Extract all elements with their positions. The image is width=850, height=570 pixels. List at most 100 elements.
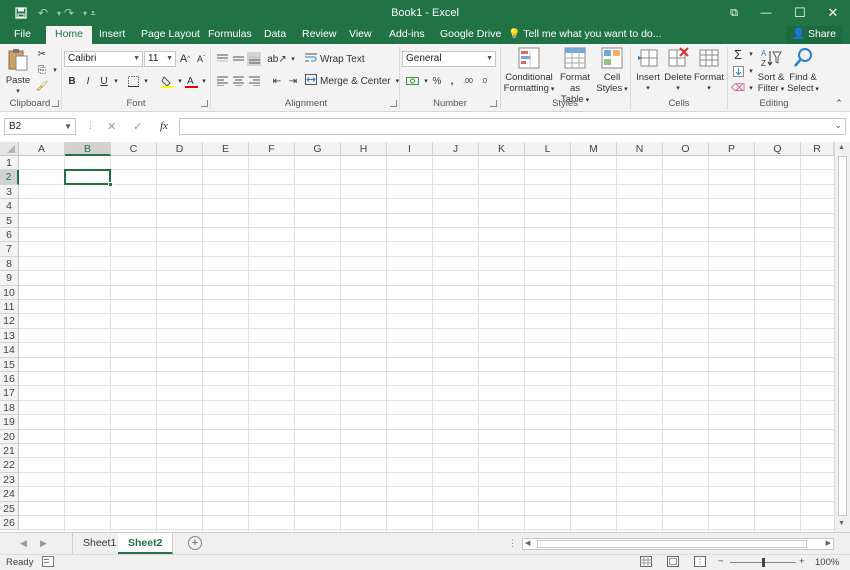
row-header-3[interactable]: 3 (0, 184, 19, 200)
align-left-icon[interactable] (215, 74, 229, 88)
column-header-e[interactable]: E (203, 142, 249, 156)
page-break-view-icon[interactable] (694, 556, 706, 570)
row-header-22[interactable]: 22 (0, 458, 19, 473)
insert-cells-button[interactable]: Insert ▾ (633, 47, 663, 94)
top-align-icon[interactable] (215, 52, 229, 66)
row-header-8[interactable]: 8 (0, 256, 19, 272)
zoom-slider-thumb[interactable] (762, 558, 765, 567)
insert-function-button[interactable]: fx (160, 120, 168, 132)
page-layout-view-icon[interactable] (667, 556, 679, 570)
row-header-19[interactable]: 19 (0, 415, 19, 430)
tell-me-box[interactable]: 💡 Tell me what you want to do... (508, 26, 662, 44)
row-header-17[interactable]: 17 (0, 386, 19, 401)
tab-review[interactable]: Review (296, 26, 342, 44)
row-header-10[interactable]: 10 (0, 285, 19, 300)
grow-font-icon[interactable]: A ^ (178, 52, 192, 66)
underline-dropdown-icon[interactable]: ▾ (109, 74, 123, 88)
increase-indent-icon[interactable]: ⇥ (286, 74, 300, 88)
minimize-button[interactable]: — (749, 0, 783, 26)
decrease-decimal-icon[interactable]: .0 (477, 74, 491, 88)
tab-insert[interactable]: Insert (93, 26, 131, 44)
vertical-scrollbar[interactable]: ▲ ▼ (834, 142, 850, 532)
column-header-c[interactable]: C (111, 142, 157, 156)
bottom-align-icon[interactable] (247, 52, 261, 66)
percent-style-button[interactable]: % (430, 74, 444, 88)
collapse-ribbon-icon[interactable]: ⌃ (832, 96, 846, 110)
cell-area[interactable] (19, 156, 834, 532)
copy-dropdown-icon[interactable]: ▾ (48, 63, 62, 77)
row-header-1[interactable]: 1 (0, 156, 19, 171)
row-header-2[interactable]: 2 (0, 170, 19, 185)
copy-icon[interactable]: ⎘ (35, 63, 49, 77)
horizontal-scroll-thumb[interactable] (537, 540, 807, 548)
alignment-launcher-icon[interactable] (390, 100, 397, 107)
row-header-5[interactable]: 5 (0, 213, 19, 228)
normal-view-icon[interactable] (640, 556, 652, 570)
active-cell[interactable] (64, 169, 111, 185)
row-header-14[interactable]: 14 (0, 343, 19, 358)
row-header-6[interactable]: 6 (0, 228, 19, 243)
ribbon-display-options-button[interactable]: ⧉ (717, 0, 751, 26)
vertical-scroll-thumb[interactable] (838, 156, 847, 516)
share-button[interactable]: 👤 Share (785, 26, 842, 44)
zoom-out-button[interactable]: − (718, 556, 724, 567)
name-box[interactable]: B2 ▼ (4, 118, 76, 135)
decrease-indent-icon[interactable]: ⇤ (270, 74, 284, 88)
scroll-left-icon[interactable]: ◀ (525, 539, 530, 547)
column-header-h[interactable]: H (341, 142, 387, 156)
row-header-13[interactable]: 13 (0, 328, 19, 344)
row-header-11[interactable]: 11 (0, 300, 19, 315)
bold-button[interactable]: B (65, 74, 79, 88)
formula-input[interactable]: ⌄ (179, 118, 846, 135)
zoom-in-button[interactable]: + (799, 556, 805, 567)
row-header-18[interactable]: 18 (0, 400, 19, 416)
cell-styles-button[interactable]: Cell Styles ▾ (595, 47, 629, 95)
select-all-button[interactable] (0, 142, 19, 156)
expand-formula-bar-icon[interactable]: ⌄ (834, 120, 842, 131)
tab-split-grip[interactable]: ⋮ (508, 538, 517, 549)
confirm-entry-button[interactable]: ✓ (133, 120, 142, 133)
format-painter-icon[interactable]: 🖌 (35, 79, 49, 93)
column-header-b[interactable]: B (65, 142, 111, 156)
row-header-4[interactable]: 4 (0, 199, 19, 214)
column-header-g[interactable]: G (295, 142, 341, 156)
orientation-icon[interactable]: ab↗ (267, 52, 287, 66)
macro-record-icon[interactable] (42, 556, 54, 570)
row-header-21[interactable]: 21 (0, 444, 19, 459)
horizontal-scrollbar[interactable]: ◀ ▶ (522, 538, 834, 550)
row-header-20[interactable]: 20 (0, 429, 19, 444)
orientation-dropdown-icon[interactable]: ▾ (286, 52, 300, 66)
middle-align-icon[interactable] (231, 52, 245, 66)
cancel-entry-button[interactable]: ✕ (107, 120, 116, 133)
tab-home[interactable]: Home (46, 26, 93, 44)
new-sheet-button[interactable]: + (188, 536, 202, 550)
find-select-button[interactable]: Find & Select ▾ (786, 47, 820, 95)
sort-filter-button[interactable]: AZ Sort & Filter ▾ (756, 47, 786, 95)
column-header-n[interactable]: N (617, 142, 663, 156)
tab-formulas[interactable]: Formulas (202, 26, 258, 44)
column-header-l[interactable]: L (525, 142, 571, 156)
delete-cells-button[interactable]: Delete ▾ (663, 47, 693, 94)
scroll-right-icon[interactable]: ▶ (826, 539, 831, 547)
font-family-select[interactable]: Calibri ▼ (64, 51, 143, 67)
fill-color-icon[interactable] (160, 74, 174, 88)
accounting-format-icon[interactable] (405, 74, 419, 88)
column-header-p[interactable]: P (709, 142, 755, 156)
row-header-26[interactable]: 26 (0, 516, 19, 531)
tab-file[interactable]: File (8, 26, 37, 44)
number-launcher-icon[interactable] (490, 100, 497, 107)
font-color-dropdown-icon[interactable]: ▾ (197, 74, 211, 88)
tab-google-drive[interactable]: Google Drive (434, 26, 507, 44)
borders-dropdown-icon[interactable]: ▾ (139, 74, 153, 88)
align-right-icon[interactable] (247, 74, 261, 88)
increase-decimal-icon[interactable]: .00 (461, 74, 475, 88)
font-size-select[interactable]: 11 ▼ (144, 51, 176, 67)
column-header-r[interactable]: R (801, 142, 834, 156)
column-header-d[interactable]: D (157, 142, 203, 156)
column-header-o[interactable]: O (663, 142, 709, 156)
comma-style-button[interactable]: , (445, 74, 459, 88)
cut-icon[interactable]: ✂ (35, 47, 49, 61)
font-launcher-icon[interactable] (201, 100, 208, 107)
font-color-icon[interactable]: A (184, 74, 198, 88)
align-center-icon[interactable] (231, 74, 245, 88)
